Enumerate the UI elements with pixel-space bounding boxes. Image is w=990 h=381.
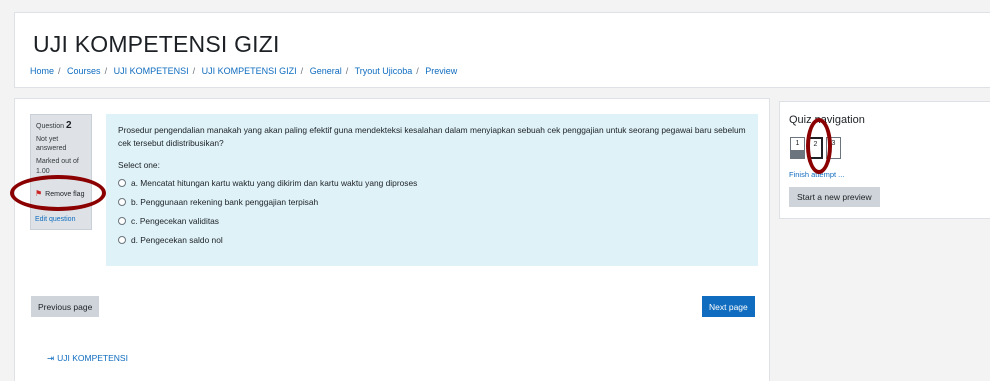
breadcrumb-course-category[interactable]: UJI KOMPETENSI	[114, 66, 189, 76]
quiz-nav-button-1[interactable]: 1	[790, 137, 805, 159]
answer-option-c[interactable]: c. Pengecekan validitas	[118, 212, 746, 231]
quiz-navigation-card: Quiz navigation 1 2 3 Finish attempt ...…	[779, 101, 990, 219]
radio-c[interactable]	[118, 217, 126, 226]
question-text: Prosedur pengendalian manakah yang akan …	[118, 125, 746, 148]
breadcrumb-home[interactable]: Home	[30, 66, 54, 76]
breadcrumb-course[interactable]: UJI KOMPETENSI GIZI	[202, 66, 297, 76]
breadcrumb-courses[interactable]: Courses	[67, 66, 101, 76]
breadcrumb: Home / Courses / UJI KOMPETENSI / UJI KOMPE…	[30, 66, 458, 76]
answer-option-a[interactable]: a. Mencatat hitungan kartu waktu yang di…	[118, 174, 746, 193]
question-content: Prosedur pengendalian manakah yang akan …	[106, 114, 758, 266]
answer-option-d[interactable]: d. Pengecekan saldo nol	[118, 231, 746, 250]
quiz-navigation-buttons: 1 2 3	[790, 137, 841, 159]
quiz-nav-button-3[interactable]: 3	[826, 137, 841, 159]
page-title: UJI KOMPETENSI GIZI	[33, 31, 280, 57]
start-new-preview-button[interactable]: Start a new preview	[789, 187, 880, 207]
quiz-navigation-title: Quiz navigation	[789, 114, 865, 126]
breadcrumb-preview[interactable]: Preview	[425, 66, 457, 76]
question-grade: Marked out of 1.00	[36, 158, 79, 175]
finish-attempt-link[interactable]: Finish attempt ...	[789, 170, 844, 179]
breadcrumb-quiz[interactable]: Tryout Ujicoba	[355, 66, 413, 76]
flag-icon: ⚑	[35, 189, 43, 198]
question-number: Question 2	[36, 120, 72, 131]
breadcrumb-section[interactable]: General	[310, 66, 342, 76]
radio-a[interactable]	[118, 179, 126, 188]
radio-d[interactable]	[118, 236, 126, 245]
question-state: Not yet answered	[36, 135, 67, 152]
back-to-course-link[interactable]: ⇥ UJI KOMPETENSI	[47, 353, 128, 364]
remove-flag-label: Remove flag	[45, 190, 85, 198]
remove-flag-button[interactable]: ⚑ Remove flag	[35, 189, 84, 200]
question-info: Question 2 Not yet answered Marked out o…	[30, 114, 92, 230]
previous-page-button[interactable]: Previous page	[31, 296, 100, 317]
quiz-nav-button-2[interactable]: 2	[808, 137, 823, 159]
next-page-button[interactable]: Next page	[702, 296, 755, 317]
answer-option-b[interactable]: b. Penggunaan rekening bank penggajian t…	[118, 193, 746, 212]
answer-list: a. Mencatat hitungan kartu waktu yang di…	[118, 174, 746, 250]
radio-b[interactable]	[118, 198, 126, 207]
arrow-left-icon: ⇥	[47, 353, 55, 363]
question-card: Question 2 Not yet answered Marked out o…	[14, 98, 770, 381]
select-one-prompt: Select one:	[118, 160, 160, 171]
header-card: UJI KOMPETENSI GIZI Home / Courses / UJI K…	[14, 12, 990, 88]
edit-question-link[interactable]: Edit question	[35, 215, 75, 224]
